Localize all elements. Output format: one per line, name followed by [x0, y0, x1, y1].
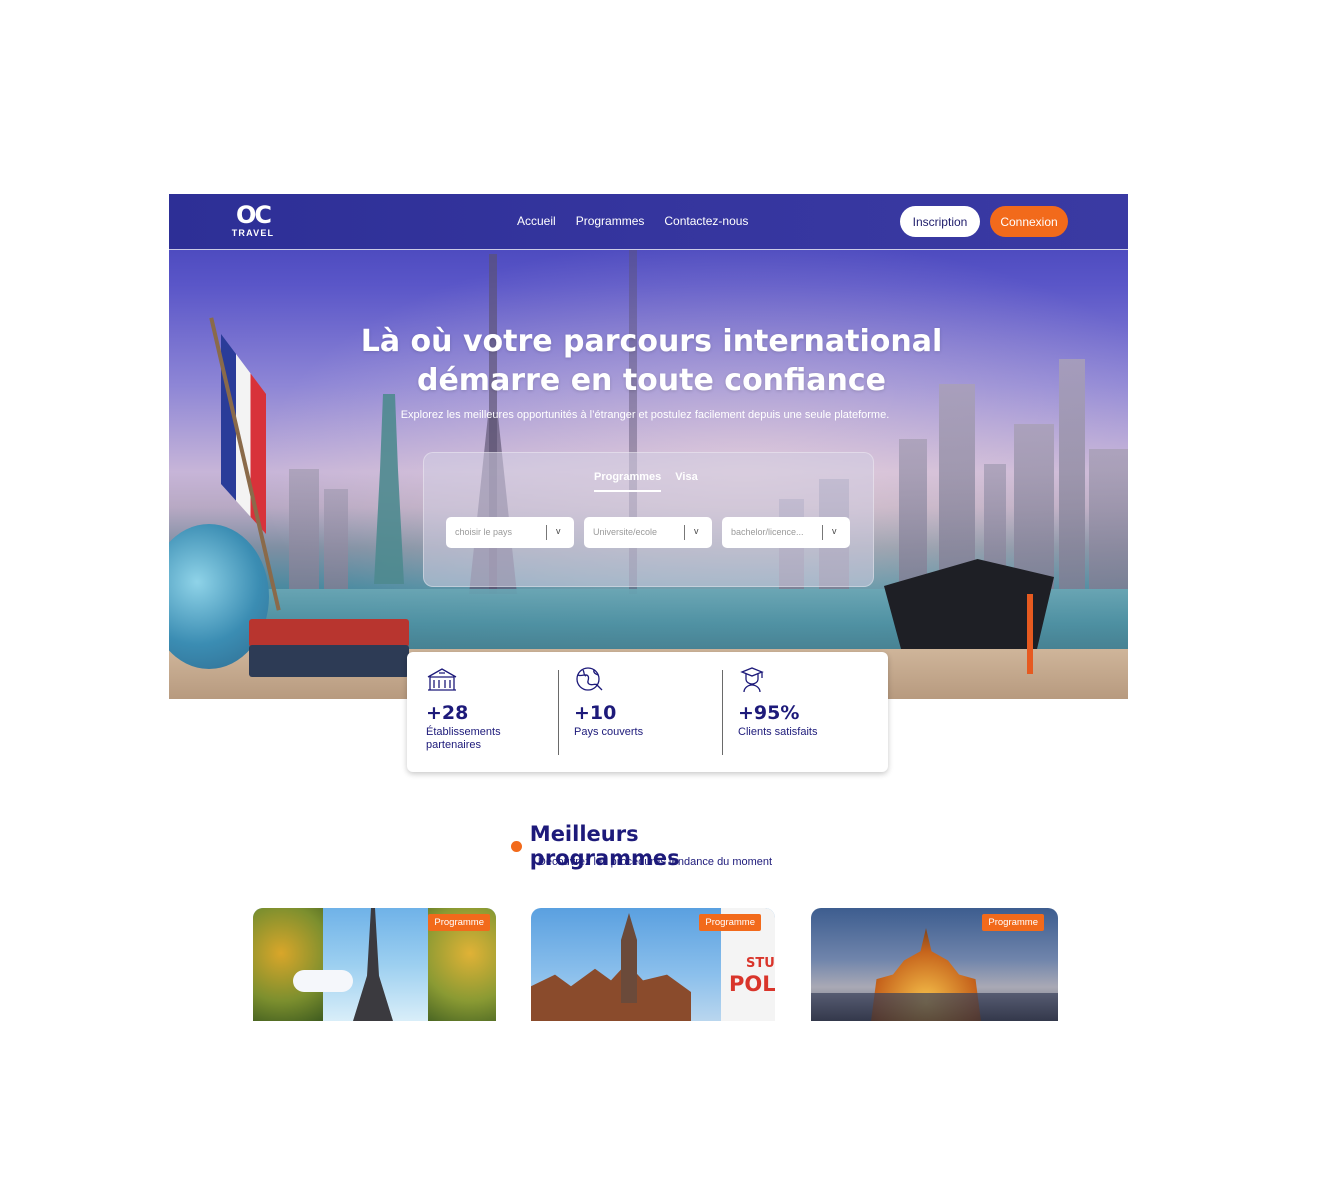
stat-value: +28 — [426, 702, 469, 724]
stat-label: Pays couverts — [574, 726, 644, 738]
divider — [722, 670, 723, 755]
stat-value: +95% — [738, 702, 800, 724]
hero-title-line1: Là où votre parcours international — [360, 324, 943, 359]
hero-subtitle: Explorez les meilleures opportunités à l… — [400, 409, 890, 421]
select-divider — [546, 525, 547, 540]
search-card: Programmes Visa choisir le pays v Univer… — [423, 452, 874, 587]
nav-link-contact[interactable]: Contactez-nous — [664, 214, 748, 228]
program-badge: Programme — [699, 914, 761, 931]
stat-satisfaction: +95% Clients satisfaits — [738, 666, 848, 739]
bullet-dot-icon — [511, 840, 522, 852]
logo-mark: OC — [235, 201, 272, 229]
chevron-down-icon: v — [694, 526, 699, 536]
program-badge: Programme — [982, 914, 1044, 931]
degree-select[interactable]: bachelor/licence... v — [722, 517, 850, 548]
chevron-down-icon: v — [832, 526, 837, 536]
hero-background — [169, 194, 1128, 699]
school-select-placeholder: Universite/ecole — [593, 527, 658, 537]
navbar: OC TRAVEL Accueil Programmes Contactez-n… — [169, 194, 1128, 250]
globe-icon — [576, 667, 603, 691]
stat-value: +10 — [574, 702, 617, 724]
search-tabs: Programmes Visa — [594, 471, 698, 492]
nav-links: Accueil Programmes Contactez-nous — [517, 214, 748, 228]
hero-title-line2: démarre en toute confiance — [416, 363, 886, 398]
nav-link-programmes[interactable]: Programmes — [576, 214, 645, 228]
signup-button[interactable]: Inscription — [900, 206, 980, 237]
logo-wordmark: TRAVEL — [231, 228, 275, 238]
hero-title: Là où votre parcours international démar… — [169, 322, 1134, 400]
program-card-budapest[interactable]: Programme — [811, 908, 1058, 1021]
stat-label: Établissements partenaires — [426, 726, 501, 751]
program-badge: Programme — [428, 914, 490, 931]
stats-card: +28 Établissements partenaires +10 Pays … — [407, 652, 888, 772]
tab-visa[interactable]: Visa — [675, 471, 697, 492]
section-subtitle: Decouvrez les procédures tendance du mom… — [537, 856, 773, 868]
logo[interactable]: OC TRAVEL — [229, 202, 277, 242]
chevron-down-icon: v — [556, 526, 561, 536]
login-button[interactable]: Connexion — [990, 206, 1068, 237]
tab-programmes[interactable]: Programmes — [594, 471, 662, 492]
select-divider — [684, 525, 685, 540]
building-icon — [427, 668, 457, 691]
card-image-text: STU — [746, 956, 775, 971]
degree-select-placeholder: bachelor/licence... — [731, 527, 804, 537]
divider — [558, 670, 559, 755]
stat-countries: +10 Pays couverts — [574, 666, 684, 739]
country-select[interactable]: choisir le pays v — [446, 517, 574, 548]
stat-label: Clients satisfaits — [738, 726, 818, 738]
program-card-paris[interactable]: Programme — [253, 908, 496, 1021]
select-divider — [822, 525, 823, 540]
country-select-placeholder: choisir le pays — [455, 527, 513, 537]
graduate-icon — [740, 667, 764, 693]
card-image-text: POL — [729, 972, 775, 996]
nav-link-accueil[interactable]: Accueil — [517, 214, 556, 228]
stat-establishments: +28 Établissements partenaires — [426, 666, 536, 752]
school-select[interactable]: Universite/ecole v — [584, 517, 712, 548]
program-card-poland[interactable]: STU POL Programme — [531, 908, 775, 1021]
page: OC TRAVEL Accueil Programmes Contactez-n… — [0, 0, 1317, 1183]
